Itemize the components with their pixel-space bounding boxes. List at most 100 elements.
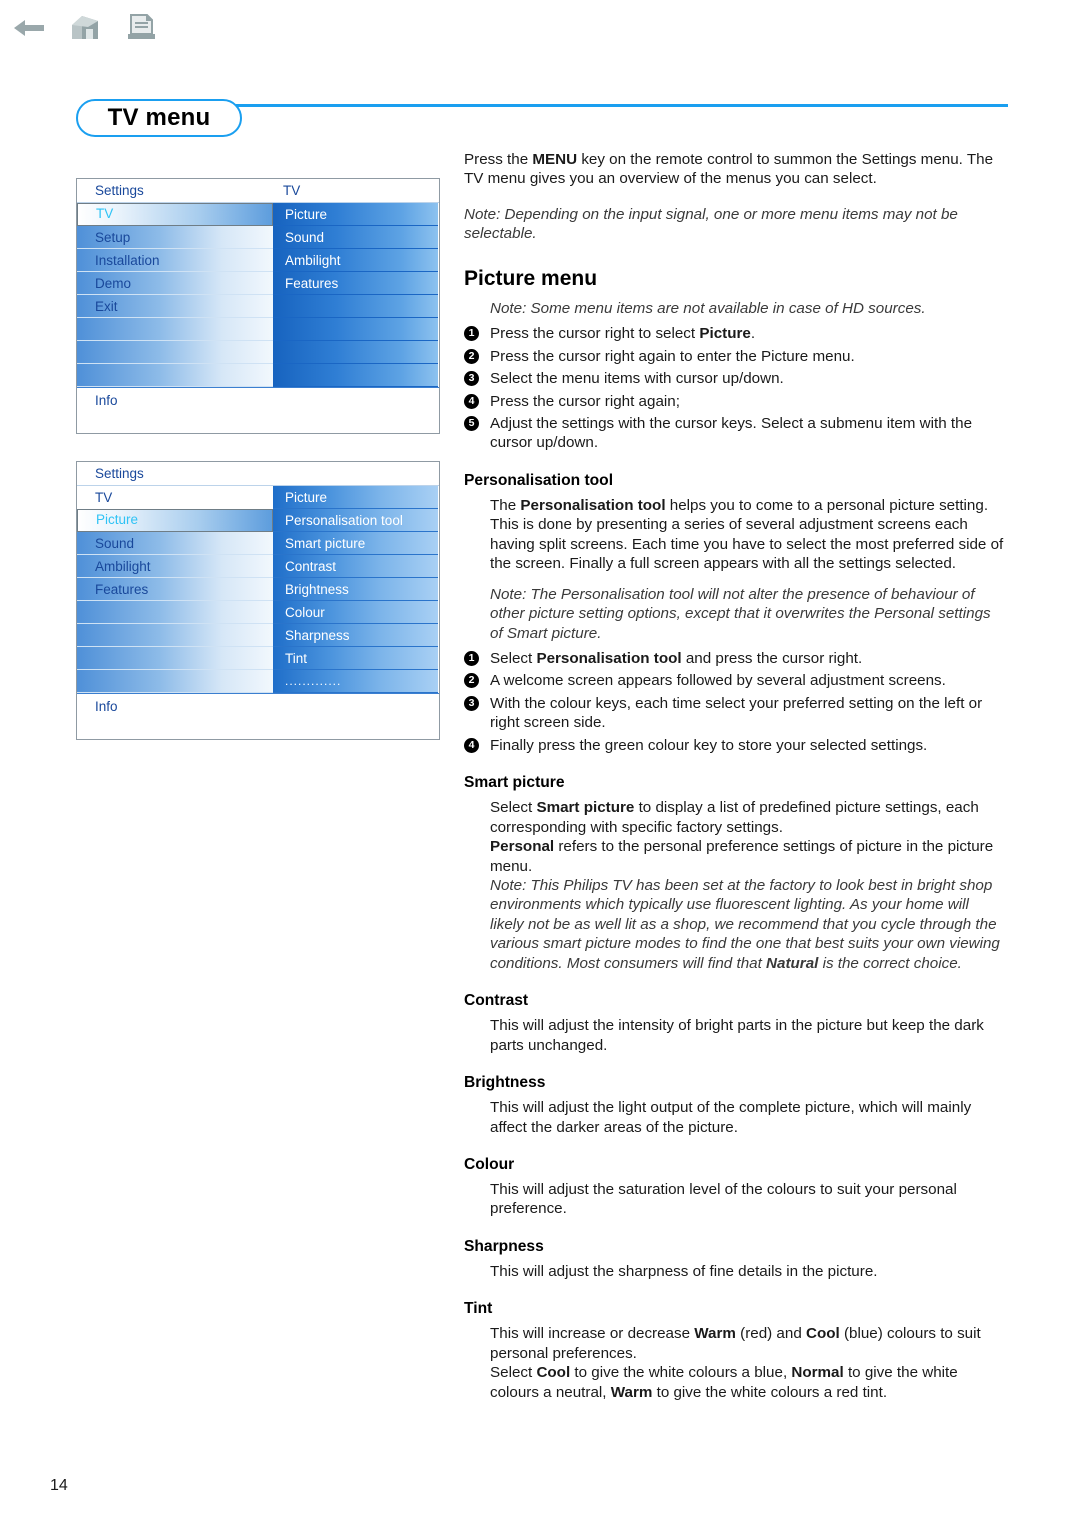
tint2-text-c: to give the white colours a blue, — [570, 1364, 792, 1382]
osd-subitem-contrast[interactable]: Contrast — [273, 555, 438, 578]
osd-item-tv[interactable]: TV — [77, 203, 273, 226]
step-text: Press the cursor right to select — [490, 325, 700, 343]
osd-subitem-brightness[interactable]: Brightness — [273, 578, 438, 601]
osd-item-exit[interactable]: Exit — [77, 295, 273, 318]
osd-item-installation[interactable]: Installation — [77, 249, 273, 272]
osd-header: Settings TV — [77, 179, 439, 203]
osd-info-label: Info — [95, 393, 118, 408]
home-icon[interactable] — [68, 13, 102, 48]
picture-menu-note: Note: Some menu items are not available … — [490, 299, 926, 317]
step-text: Select the menu items with cursor up/dow… — [490, 370, 784, 388]
smart-picture-p1: Select Smart picture to display a list o… — [490, 798, 1006, 837]
contrast-body: This will adjust the intensity of bright… — [490, 1017, 984, 1054]
osd-header-left: Settings — [95, 466, 144, 481]
list-item: 4 Finally press the green colour key to s… — [464, 736, 1006, 755]
osd-item-blank — [77, 364, 273, 387]
osd-subheader-right-wrap: Picture — [273, 486, 438, 509]
osd-subitem-picture[interactable]: Picture — [273, 203, 438, 226]
sp-personal-bold: Personal — [490, 838, 555, 856]
step-text: With the colour keys, each time select y… — [490, 694, 983, 732]
osd-item-sound[interactable]: Sound — [77, 532, 273, 555]
picture-menu-heading: Picture menu — [464, 266, 598, 290]
brightness-body: This will adjust the light output of the… — [490, 1099, 972, 1136]
personalisation-tool-heading: Personalisation tool — [464, 471, 614, 489]
osd-subitem-blank — [273, 341, 438, 364]
osd-footer: Info — [77, 693, 439, 739]
osd-item-blank — [77, 624, 273, 647]
sharpness-body: This will adjust the sharpness of fine d… — [490, 1262, 878, 1280]
osd-subitem-ambilight[interactable]: Ambilight — [273, 249, 438, 272]
osd-item-setup[interactable]: Setup — [77, 226, 273, 249]
osd-subheader-tv: TV — [77, 486, 273, 509]
osd-subitem-blank — [273, 364, 438, 387]
list-item: 3 Select the menu items with cursor up/do… — [464, 369, 1006, 388]
osd-subitem-features[interactable]: Features — [273, 272, 438, 295]
colour-body: This will adjust the saturation level of… — [490, 1180, 957, 1218]
back-arrow-icon[interactable] — [12, 15, 46, 46]
osd-menu-picture: Settings TV Picture Picture Sound Ambili… — [76, 461, 440, 740]
osd-item-features[interactable]: Features — [77, 578, 273, 601]
list-item: 1 Press the cursor right to select Pictur… — [464, 324, 1006, 343]
step-number: 3 — [464, 695, 479, 711]
step-text: Press the cursor right again to enter th… — [490, 347, 855, 365]
tint2-text-a: Select — [490, 1364, 537, 1382]
tint-heading: Tint — [464, 1300, 493, 1318]
osd-subitem-tint[interactable]: Tint — [273, 647, 438, 670]
osd-item-ambilight[interactable]: Ambilight — [77, 555, 273, 578]
osd-subheader-left-wrap: TV — [77, 486, 273, 509]
osd-header-left: Settings — [95, 183, 144, 198]
step-number: 3 — [464, 371, 479, 387]
step-number: 1 — [464, 326, 479, 342]
step-text: A welcome screen appears followed by sev… — [490, 672, 946, 690]
osd-subitem-blank — [273, 318, 438, 341]
picture-menu-steps: 1 Press the cursor right to select Pictur… — [464, 324, 1006, 453]
osd-item-blank — [77, 647, 273, 670]
osd-footer: Info — [77, 387, 439, 433]
tint-text-a: This will increase or decrease — [490, 1325, 695, 1343]
smart-picture-heading: Smart picture — [464, 774, 565, 792]
list-item: 5 Adjust the settings with the cursor key… — [464, 414, 1006, 453]
osd-subitem-colour[interactable]: Colour — [273, 601, 438, 624]
tint-text-c: (red) and — [735, 1325, 806, 1343]
sp-text-a: Select — [490, 799, 537, 817]
osd-header: Settings — [77, 462, 439, 486]
intro-text-c: key on the remote control to summon the … — [577, 151, 963, 168]
tint2-normal-bold: Normal — [791, 1364, 844, 1382]
step-number: 2 — [464, 673, 479, 689]
step-number: 1 — [464, 650, 479, 666]
osd-left-column: TV Setup Installation Demo Exit — [77, 203, 273, 387]
osd-item-blank — [77, 601, 273, 624]
personalisation-steps: 1 Select Personalisation tool and press t… — [464, 649, 1006, 755]
step-text: Adjust the settings with the cursor keys… — [490, 414, 973, 452]
personalisation-note: Note: The Personalisation tool will not … — [490, 585, 991, 642]
osd-item-blank — [77, 318, 273, 341]
osd-item-demo[interactable]: Demo — [77, 272, 273, 295]
step-text: Finally press the green colour key to st… — [490, 736, 928, 754]
spn-text-c: is the correct choice. — [818, 954, 962, 972]
print-document-icon[interactable] — [124, 13, 158, 48]
smart-picture-p2: Personal refers to the personal preferen… — [490, 837, 1006, 876]
colour-heading: Colour — [464, 1156, 515, 1173]
osd-item-picture[interactable]: Picture — [77, 509, 273, 532]
tint-p1: This will increase or decrease Warm (red… — [490, 1324, 1006, 1363]
page-title: TV menu — [76, 99, 242, 137]
toolbar — [12, 8, 158, 52]
list-item: 4 Press the cursor right again; — [464, 392, 1006, 411]
osd-subitem-smart-picture[interactable]: Smart picture — [273, 532, 438, 555]
pt-bold: Personalisation tool — [520, 496, 666, 514]
osd-subitem-sound[interactable]: Sound — [273, 226, 438, 249]
page-title-label: TV menu — [107, 104, 211, 131]
spn-natural-bold: Natural — [766, 954, 819, 972]
osd-subitem-personalisation-tool[interactable]: Personalisation tool — [273, 509, 438, 532]
smart-picture-note: Note: This Philips TV has been set at th… — [490, 876, 1006, 973]
osd-subitem-sharpness[interactable]: Sharpness — [273, 624, 438, 647]
list-item: 2 Press the cursor right again to enter t… — [464, 347, 1006, 366]
tint2-text-g: to give the white colours a red tint. — [652, 1383, 888, 1401]
osd-subitem-blank — [273, 295, 438, 318]
intro-paragraph: Press the MENU key on the remote control… — [464, 150, 1006, 189]
osd-item-blank — [77, 670, 273, 693]
osd-left-column: Picture Sound Ambilight Features — [77, 509, 273, 693]
osd-menu-tv: Settings TV TV Setup Installation Demo E… — [76, 178, 440, 434]
list-item: 3 With the colour keys, each time select … — [464, 694, 1006, 733]
menu-key-bold: MENU — [532, 151, 578, 168]
